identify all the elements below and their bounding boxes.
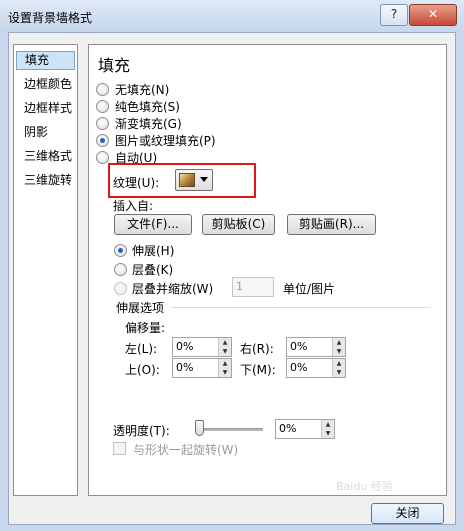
transparency-down-icon[interactable]: ▼ [321, 429, 334, 438]
left-offset-value: 0% [176, 340, 194, 353]
picture-texture-fill-label: 图片或纹理填充(P) [115, 134, 216, 148]
watermark: Baidu 经验 [336, 480, 393, 493]
right-offset-down-icon[interactable]: ▼ [332, 347, 345, 356]
gradient-fill-label: 渐变填充(G) [115, 117, 182, 131]
nav-item-border-color[interactable]: 边框颜色 [16, 75, 75, 94]
top-offset-label: 上(O): [125, 363, 160, 377]
panel-heading: 填充 [98, 56, 131, 75]
units-per-picture-label: 单位/图片 [283, 282, 336, 296]
stack-scale-label: 层叠并缩放(W) [132, 282, 214, 296]
dialog-body: 填充 边框颜色 边框样式 阴影 三维格式 三维旋转 填充 无填充(N) 纯色填充… [8, 32, 456, 525]
title-bar: 设置背景墙格式 ? ✕ [0, 0, 464, 32]
nav-item-shadow[interactable]: 阴影 [16, 123, 75, 142]
window-title: 设置背景墙格式 [8, 11, 93, 25]
bottom-offset-spinner[interactable]: 0% ▲ ▼ [286, 358, 346, 378]
top-offset-value: 0% [176, 361, 194, 374]
transparency-slider-track[interactable] [195, 428, 263, 431]
transparency-value: 0% [279, 422, 297, 435]
file-button[interactable]: 文件(F)... [114, 214, 192, 235]
stretch-options-label: 伸展选项 [116, 301, 165, 315]
nav-item-fill[interactable]: 填充 [16, 51, 75, 70]
bottom-offset-down-icon[interactable]: ▼ [332, 368, 345, 377]
gradient-fill-radio[interactable] [96, 117, 109, 130]
clipart-button[interactable]: 剪贴画(R)... [287, 214, 376, 235]
fill-panel: 填充 无填充(N) 纯色填充(S) 渐变填充(G) 图片或纹理填充(P) 自动(… [88, 44, 447, 496]
insert-from-label: 插入自: [113, 199, 154, 213]
left-offset-label: 左(L): [125, 342, 158, 356]
transparency-slider-thumb[interactable] [195, 420, 204, 436]
help-button[interactable]: ? [380, 4, 408, 26]
transparency-up-icon[interactable]: ▲ [321, 420, 334, 429]
top-offset-up-icon[interactable]: ▲ [218, 359, 231, 368]
close-button[interactable]: 关闭 [371, 503, 444, 524]
right-offset-value: 0% [290, 340, 308, 353]
transparency-label: 透明度(T): [113, 424, 170, 438]
rotate-with-shape-label: 与形状一起旋转(W) [133, 443, 239, 457]
stretch-options-divider [171, 307, 431, 308]
rotate-with-shape-checkbox[interactable] [113, 442, 126, 455]
stretch-label: 伸展(H) [132, 244, 175, 258]
tile-radio[interactable] [114, 263, 127, 276]
category-nav: 填充 边框颜色 边框样式 阴影 三维格式 三维旋转 [13, 44, 78, 496]
picture-texture-fill-radio[interactable] [96, 134, 109, 147]
nav-item-3d-format[interactable]: 三维格式 [16, 147, 75, 166]
transparency-spinner[interactable]: 0% ▲ ▼ [275, 419, 335, 439]
left-offset-down-icon[interactable]: ▼ [218, 347, 231, 356]
nav-item-border-style[interactable]: 边框样式 [16, 99, 75, 118]
solid-fill-label: 纯色填充(S) [115, 100, 180, 114]
right-offset-label: 右(R): [240, 342, 274, 356]
close-window-button[interactable]: ✕ [409, 4, 457, 26]
tile-label: 层叠(K) [132, 263, 174, 277]
stack-units-field[interactable]: 1 [232, 277, 274, 297]
right-offset-spinner[interactable]: 0% ▲ ▼ [286, 337, 346, 357]
stretch-radio[interactable] [114, 244, 127, 257]
no-fill-label: 无填充(N) [115, 83, 170, 97]
highlight-annotation-box [108, 163, 256, 198]
left-offset-spinner[interactable]: 0% ▲ ▼ [172, 337, 232, 357]
right-offset-up-icon[interactable]: ▲ [332, 338, 345, 347]
solid-fill-radio[interactable] [96, 100, 109, 113]
clipboard-button[interactable]: 剪贴板(C) [202, 214, 275, 235]
top-offset-down-icon[interactable]: ▼ [218, 368, 231, 377]
no-fill-radio[interactable] [96, 83, 109, 96]
bottom-offset-up-icon[interactable]: ▲ [332, 359, 345, 368]
stack-scale-radio[interactable] [114, 282, 127, 295]
offset-label: 偏移量: [125, 321, 166, 335]
nav-item-3d-rotation[interactable]: 三维旋转 [16, 171, 75, 190]
left-offset-up-icon[interactable]: ▲ [218, 338, 231, 347]
top-offset-spinner[interactable]: 0% ▲ ▼ [172, 358, 232, 378]
bottom-offset-value: 0% [290, 361, 308, 374]
bottom-offset-label: 下(M): [240, 363, 276, 377]
stack-units-value: 1 [236, 280, 243, 293]
